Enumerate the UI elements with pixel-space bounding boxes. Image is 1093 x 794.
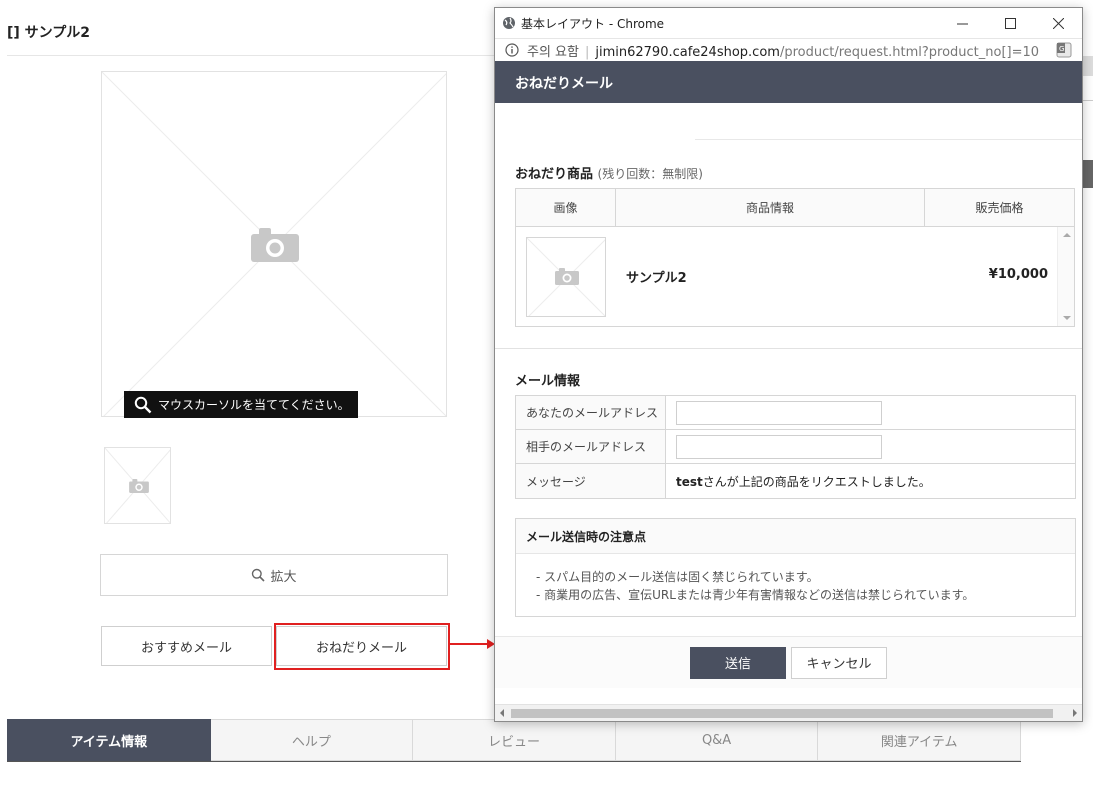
window-title: 基本レイアウト - Chrome — [521, 16, 665, 31]
pointer-arrow — [449, 639, 495, 649]
table-row: 相手のメールアドレス — [516, 430, 1075, 464]
notice-title: メール送信時の注意点 — [516, 519, 1075, 554]
title-divider — [7, 55, 495, 56]
scroll-left-icon[interactable] — [500, 709, 504, 717]
column-image: 画像 — [516, 189, 616, 226]
zoom-button-label: 拡大 — [270, 569, 297, 585]
popup-footer: 送信 キャンセル — [495, 636, 1082, 688]
security-warning: 주의 요함 — [527, 44, 579, 60]
tab-related-items[interactable]: 関連アイテム — [818, 719, 1021, 761]
popup-header: おねだりメール — [495, 63, 1082, 103]
url-separator: | — [584, 44, 590, 60]
message-body: さんが上記の商品をリクエストしました。 — [702, 474, 931, 489]
horizontal-scrollbar[interactable] — [495, 704, 1082, 721]
recipient-email-field[interactable] — [676, 434, 882, 459]
message-text: testさんが上記の商品をリクエストしました。 — [676, 473, 931, 490]
tab-qa[interactable]: Q&A — [615, 719, 819, 761]
tab-item-info[interactable]: アイテム情報 — [7, 719, 211, 761]
background-page-edge — [1082, 0, 1093, 200]
scroll-down-icon[interactable] — [1063, 316, 1071, 320]
product-image — [526, 236, 606, 317]
sender-name: test — [676, 474, 703, 489]
popup-window: 基本レイアウト - Chrome 주의 요함 | jimin62790.cafe24… — [494, 7, 1083, 722]
list-item: - スパム目的のメール送信は固く禁じられています。 — [536, 570, 819, 584]
background-fragment — [1083, 56, 1093, 76]
camera-icon — [251, 228, 299, 262]
list-item: - 商業用の広告、宣伝URLまたは青少年有害情報などの送信は禁じられています。 — [536, 588, 975, 602]
close-icon[interactable] — [1034, 8, 1082, 38]
send-button[interactable]: 送信 — [690, 646, 786, 679]
magnifier-icon — [134, 396, 152, 414]
translate-icon[interactable]: G — [1056, 42, 1072, 58]
notice-list: - スパム目的のメール送信は固く禁じられています。 - 商業用の広告、宣伝URL… — [516, 554, 1075, 604]
product-price: ¥10,000 — [988, 267, 1048, 282]
zoom-hint-text: マウスカーソルを当ててください。 — [158, 398, 350, 412]
column-price: 販売価格 — [975, 201, 1024, 215]
cancel-button[interactable]: キャンセル — [791, 646, 887, 679]
product-title: [] サンプル2 — [7, 25, 90, 41]
zoom-hint-tooltip: マウスカーソルを当ててください。 — [124, 391, 358, 418]
maximize-icon[interactable] — [986, 8, 1034, 38]
info-icon[interactable] — [505, 43, 519, 57]
zoom-button[interactable]: 拡大 — [100, 554, 448, 596]
camera-icon — [129, 479, 149, 493]
remaining-count: (残り回数：無制限) — [597, 167, 703, 181]
table-row: サンプル2 ¥10,000 — [516, 227, 1074, 326]
product-section-label: おねだり商品 — [515, 167, 594, 182]
scrollbar-thumb[interactable] — [511, 709, 1053, 718]
background-fragment — [1082, 100, 1093, 130]
product-name: サンプル2 — [626, 271, 687, 286]
background-fragment — [1082, 160, 1093, 188]
product-section-title: おねだり商品 (残り回数：無制限) — [515, 163, 703, 182]
url-path: /product/request.html?product_no[]=10 — [779, 44, 1040, 60]
header-spacer — [695, 103, 1082, 140]
product-thumbnail[interactable] — [104, 447, 171, 524]
product-table: 画像 商品情報 販売価格 サンプル2 ¥10,000 — [515, 188, 1075, 327]
table-scrollbar[interactable] — [1057, 227, 1074, 326]
search-icon — [252, 568, 266, 582]
table-row: メッセージ testさんが上記の商品をリクエストしました。 — [516, 464, 1075, 498]
mail-info-table: あなたのメールアドレス 相手のメールアドレス メッセージ testさんが上記の商… — [515, 395, 1076, 499]
camera-icon — [555, 267, 579, 285]
tab-review[interactable]: レビュー — [413, 719, 616, 761]
product-main-image[interactable] — [101, 71, 447, 417]
scroll-right-icon[interactable] — [1073, 709, 1077, 717]
tab-help[interactable]: ヘルプ — [210, 719, 414, 761]
window-titlebar[interactable]: 基本レイアウト - Chrome — [495, 8, 1082, 38]
svg-text:G: G — [1059, 45, 1064, 53]
notice-box: メール送信時の注意点 - スパム目的のメール送信は固く禁じられています。 - 商… — [515, 518, 1076, 617]
minimize-icon[interactable] — [938, 8, 986, 38]
section-divider — [495, 348, 1082, 349]
mail-section-title: メール情報 — [515, 374, 581, 389]
url-host: jimin62790.cafe24shop.com — [595, 44, 780, 60]
scroll-up-icon[interactable] — [1063, 233, 1071, 237]
your-email-field[interactable] — [676, 400, 882, 425]
product-detail-tabs: アイテム情報 ヘルプ レビュー Q&A 関連アイテム — [7, 719, 1021, 762]
column-product-info: 商品情報 — [616, 189, 925, 226]
address-bar[interactable]: 주의 요함 | jimin62790.cafe24shop.com/product/… — [495, 38, 1082, 63]
recipient-email-label: 相手のメールアドレス — [516, 430, 666, 463]
your-email-label: あなたのメールアドレス — [516, 396, 666, 429]
highlight-box — [274, 623, 450, 670]
recommend-mail-button[interactable]: おすすめメール — [101, 626, 272, 666]
globe-icon — [502, 16, 516, 30]
product-table-header: 画像 商品情報 販売価格 — [516, 189, 1074, 227]
message-label: メッセージ — [516, 464, 666, 498]
table-row: あなたのメールアドレス — [516, 396, 1075, 430]
